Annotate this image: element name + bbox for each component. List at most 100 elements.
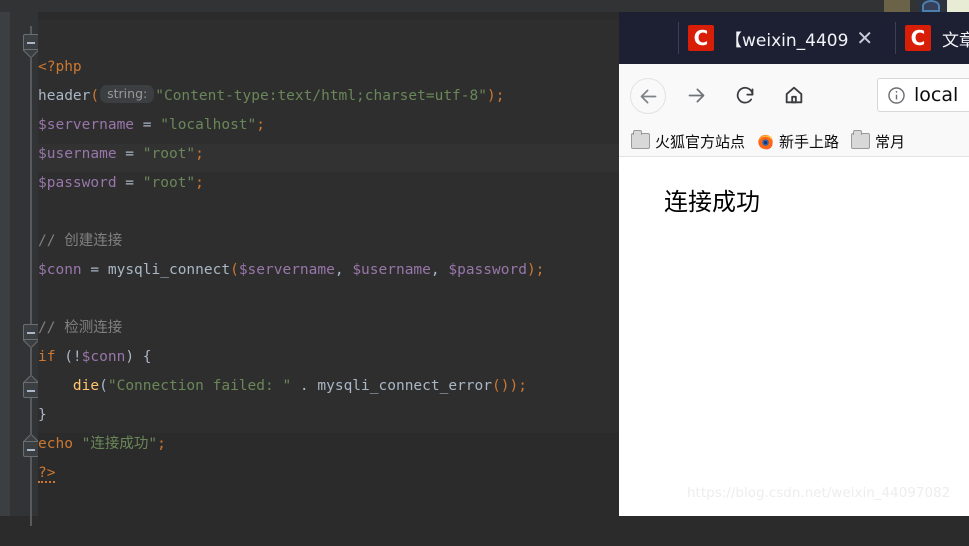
code-line-10[interactable]: // 检测连接: [38, 314, 544, 343]
code-line-6[interactable]: [38, 198, 544, 227]
token-brace-open: ) {: [125, 349, 152, 365]
token-paren-open-3: (: [99, 378, 108, 394]
desktop-fragment-3: [947, 0, 969, 12]
code-line-8[interactable]: $conn = mysqli_connect($servername, $use…: [38, 256, 544, 285]
token-php-close: ?>: [38, 465, 56, 483]
token-space-2: [73, 436, 82, 452]
browser-tab-1[interactable]: C 文章: [905, 12, 969, 64]
desktop-fragment-1: [884, 0, 910, 12]
editor-gutter[interactable]: [10, 12, 39, 526]
code-line-5[interactable]: $password = "root";: [38, 169, 544, 198]
token-comma-1: ,: [334, 262, 353, 278]
code-line-3[interactable]: $servername = "localhost";: [38, 111, 544, 140]
token-root-string-2: "root": [142, 175, 196, 191]
inlay-hint-string: string:: [100, 85, 155, 103]
token-arg-username: $username: [352, 262, 431, 278]
code-line-1[interactable]: <?php: [38, 53, 544, 82]
token-eq-1: =: [134, 117, 161, 133]
token-semi-2: ;: [195, 146, 204, 162]
desktop-fragment-icon: [922, 0, 940, 12]
code-line-4[interactable]: $username = "root";: [38, 140, 544, 169]
bookmark-item-0[interactable]: 火狐官方站点: [631, 130, 746, 152]
folder-icon: [631, 130, 650, 149]
page-viewport[interactable]: 连接成功 https://blog.csdn.net/weixin_440970…: [619, 157, 969, 516]
token-paren-open: (: [90, 88, 100, 104]
code-line-7[interactable]: // 创建连接: [38, 227, 544, 256]
tab-separator-2: [895, 22, 896, 54]
back-button[interactable]: [630, 78, 666, 114]
token-space-1: (!: [55, 349, 82, 365]
token-semi-3: ;: [195, 175, 204, 191]
fold-marker-php-open[interactable]: [23, 34, 39, 50]
bookmark-label-1: 新手上路: [779, 132, 840, 151]
code-line-13[interactable]: }: [38, 401, 544, 430]
token-servername-var: $servername: [38, 117, 135, 133]
token-mysqli-connect-error: mysqli_connect_error: [317, 378, 492, 394]
token-paren-open-2: (: [230, 262, 239, 278]
reload-button[interactable]: [728, 78, 762, 112]
fold-marker-if-open[interactable]: [23, 324, 39, 340]
ide-left-toolbar[interactable]: [0, 0, 10, 516]
token-eq-4: =: [81, 262, 108, 278]
token-paren-close-semi: );: [486, 88, 505, 104]
token-if-keyword: if: [38, 349, 56, 365]
token-comment-check: // 检测连接: [38, 320, 123, 336]
token-localhost-string: "localhost": [160, 117, 257, 133]
token-arg-servername: $servername: [238, 262, 335, 278]
token-paren-close-3: ());: [492, 378, 527, 394]
token-if-conn-var: $conn: [81, 349, 126, 365]
token-success-string: "连接成功": [81, 436, 158, 452]
folder-icon-2: [851, 130, 871, 149]
code-line-11[interactable]: if (!$conn) {: [38, 343, 544, 372]
forward-arrow-icon: [688, 88, 704, 102]
fold-marker-if-close[interactable]: [23, 382, 39, 398]
token-conn-failed-string: "Connection failed: ": [107, 378, 292, 394]
token-die-fn: die: [72, 378, 100, 394]
token-semi-4: ;: [157, 436, 166, 452]
token-header-fn: header: [38, 88, 91, 104]
browser-toolbar[interactable]: local: [619, 64, 969, 126]
token-root-string-1: "root": [142, 146, 196, 162]
token-username-var: $username: [38, 146, 117, 162]
tab-separator-1: [678, 22, 679, 54]
browser-tab-bar[interactable]: C 【weixin_4409 ✕ C 文章: [619, 12, 969, 64]
token-conn-var: $conn: [38, 262, 82, 278]
address-bar[interactable]: local: [877, 78, 969, 112]
forward-button[interactable]: [679, 78, 713, 112]
home-icon: [785, 86, 803, 104]
code-text[interactable]: <?php header(string: "Content-type:text/ht…: [38, 24, 544, 546]
code-line-15[interactable]: ?>: [38, 459, 544, 488]
firefox-icon: [758, 134, 773, 149]
close-icon[interactable]: ✕: [856, 28, 873, 48]
token-eq-3: =: [116, 175, 143, 191]
info-circle-icon: [888, 86, 905, 104]
home-button[interactable]: [777, 78, 811, 112]
bookmark-item-1[interactable]: 新手上路: [757, 131, 839, 152]
bookmarks-bar[interactable]: 火狐官方站点 新手上路 常月: [619, 126, 969, 157]
code-line-2[interactable]: header(string: "Content-type:text/html;ch…: [38, 82, 544, 111]
bookmark-label-2: 常月: [875, 132, 906, 151]
address-bar-text[interactable]: local: [914, 84, 958, 106]
code-line-9[interactable]: [38, 285, 544, 314]
token-comma-2: ,: [430, 262, 449, 278]
fold-marker-php-open-tip: [23, 50, 39, 57]
token-echo-keyword: echo: [38, 436, 73, 452]
token-brace-close: }: [38, 407, 47, 423]
browser-tab-0[interactable]: C 【weixin_4409 ✕: [688, 12, 894, 64]
code-line-12[interactable]: die("Connection failed: " . mysqli_conne…: [38, 372, 544, 401]
token-php-open: <?php: [38, 59, 82, 75]
ide-top-strip: [0, 0, 969, 12]
csdn-logo-icon-2: C: [905, 25, 931, 51]
bookmark-label-0: 火狐官方站点: [655, 132, 746, 151]
token-eq-2: =: [116, 146, 143, 162]
token-paren-close-2: );: [526, 262, 545, 278]
token-comment-create: // 创建连接: [38, 233, 123, 249]
fold-marker-if-open-tip: [23, 340, 39, 347]
bookmark-item-2[interactable]: 常月: [851, 130, 906, 152]
token-password-var: $password: [38, 175, 117, 191]
fold-marker-php-close[interactable]: [23, 441, 39, 457]
browser-window[interactable]: C 【weixin_4409 ✕ C 文章 local 火狐官方站点 新手上路 …: [619, 12, 969, 516]
token-content-type-string: "Content-type:text/html;charset=utf-8": [155, 88, 487, 104]
code-line-14[interactable]: echo "连接成功";: [38, 430, 544, 459]
tab-title-0: 【weixin_4409: [725, 30, 849, 51]
